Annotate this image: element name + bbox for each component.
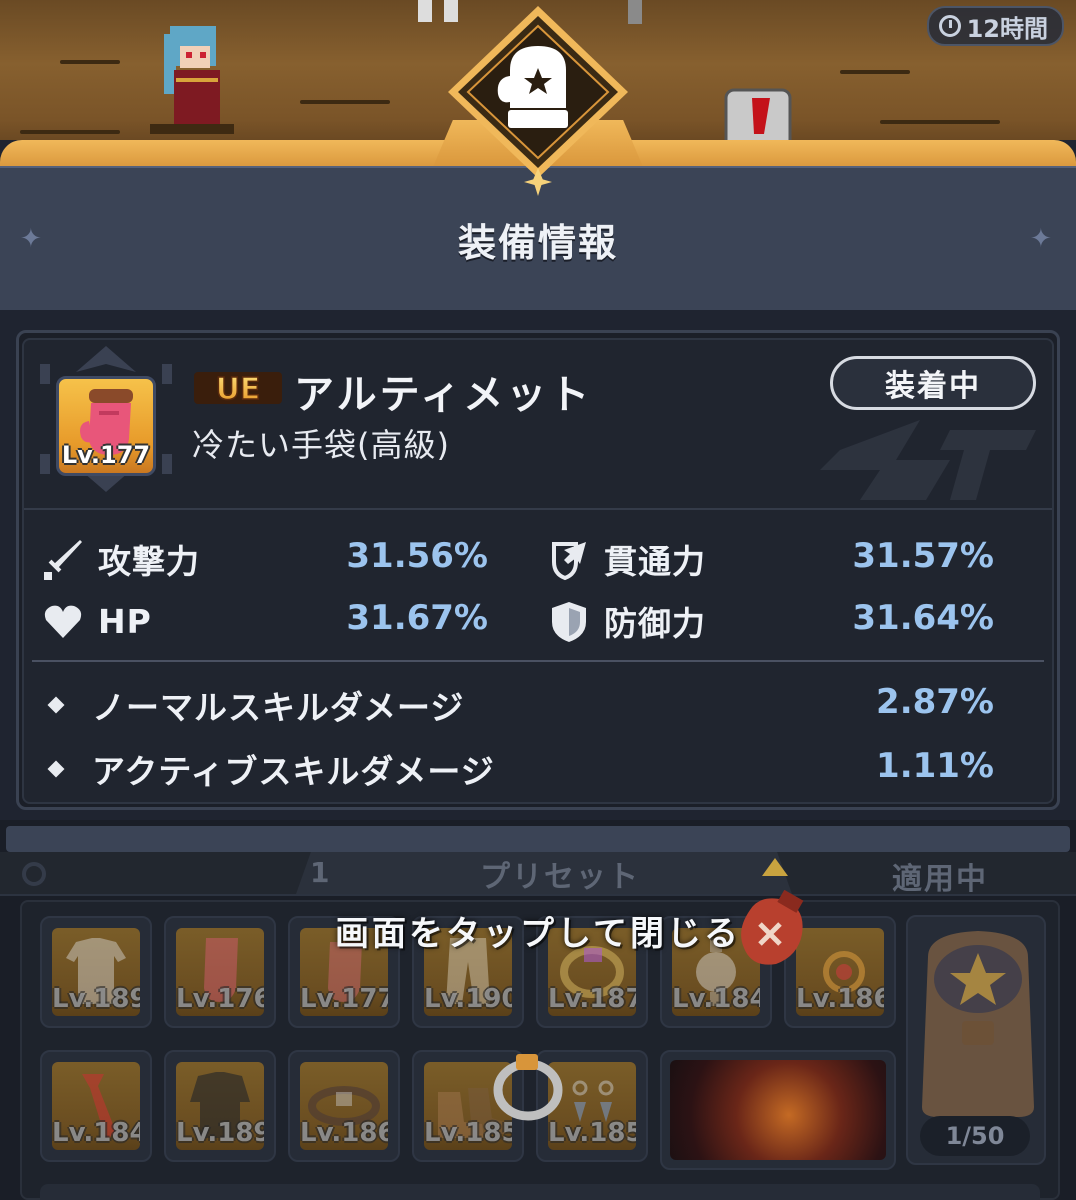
fire-skill-art: [670, 1060, 886, 1160]
stat-defense: 防御力: [546, 596, 706, 646]
shield-icon: [546, 598, 592, 644]
slot-level: Lv.176: [176, 984, 264, 1014]
divider: [32, 660, 1044, 662]
slot-level: Lv.186: [300, 1118, 388, 1148]
divider: [24, 508, 1052, 510]
slot-level: Lv.184: [672, 984, 760, 1014]
scene-grass: [60, 60, 120, 64]
skill-normal: ノーマルスキルダメージ: [47, 680, 465, 730]
pierce-shield-icon: [546, 536, 592, 582]
preset-dropdown-icon[interactable]: [762, 858, 788, 876]
applied-label[interactable]: 適用中: [892, 854, 988, 898]
stat-attack: 攻撃力: [40, 534, 200, 584]
rarity-badge-text: UE: [216, 372, 261, 407]
slot-level: Lv.187: [548, 984, 636, 1014]
equipment-slot[interactable]: Lv.184: [40, 1050, 152, 1162]
scene-grass: [300, 100, 390, 104]
slot-level: Lv.177: [300, 984, 388, 1014]
panel-footer-band: [6, 826, 1070, 852]
stat-label: 貫通力: [604, 542, 706, 581]
slot-level: Lv.186: [796, 984, 884, 1014]
stat-label: 防御力: [604, 604, 706, 643]
equipment-slot[interactable]: Lv.186: [288, 1050, 400, 1162]
skill-label: ノーマルスキルダメージ: [92, 688, 465, 727]
jacket-icon: Lv.189: [176, 1062, 264, 1150]
scene-grass: [840, 70, 910, 74]
scene-grass: [880, 120, 1000, 124]
clock-icon: [938, 15, 961, 37]
heart-icon: [40, 598, 86, 644]
item-icon-tile: Lv.177: [56, 376, 156, 476]
sword-icon: [40, 536, 86, 582]
stat-hp: HP: [40, 596, 152, 646]
stat-value: 31.56%: [346, 536, 488, 576]
scene-grass: [20, 130, 120, 134]
bottom-strip: [40, 1184, 1040, 1200]
preset-label: プリセット: [480, 860, 640, 895]
skill-card-slot[interactable]: [660, 1050, 896, 1170]
timer-badge: 12時間: [926, 6, 1064, 46]
brand-watermark: [820, 420, 1036, 500]
preset-number: 1: [310, 856, 330, 889]
slot-level: Lv.190: [424, 984, 512, 1014]
slot-level: Lv.189: [52, 984, 140, 1014]
stat-value: 31.57%: [852, 536, 994, 576]
skill-value: 1.11%: [876, 746, 994, 786]
slot-level: Lv.184: [52, 1118, 140, 1148]
ring-icon: [493, 1054, 563, 1121]
character-sprite: [150, 26, 234, 134]
bullet-icon: [47, 760, 65, 778]
tie-icon: Lv.184: [52, 1062, 140, 1150]
bullet-icon: [47, 696, 65, 714]
slot-level: Lv.189: [176, 1118, 264, 1148]
stat-label: HP: [98, 601, 152, 641]
glove-emblem-icon: [448, 6, 628, 196]
skill-active: アクティブスキルダメージ: [47, 744, 495, 794]
page-title: 装備情報: [457, 221, 618, 265]
skill-label: アクティブスキルダメージ: [92, 752, 495, 791]
gear-icon[interactable]: [22, 862, 46, 886]
belt-icon: Lv.186: [300, 1062, 388, 1150]
bag-count: 1/50: [920, 1116, 1030, 1156]
timer-label: 12時間: [966, 14, 1048, 43]
item-name: アルティメット: [294, 372, 593, 418]
tap-to-close-hint[interactable]: 画面をタップして閉じる: [0, 906, 1076, 955]
item-subname: 冷たい手袋(高級): [192, 426, 450, 464]
skill-value: 2.87%: [876, 682, 994, 722]
item-level-label: Lv.177: [61, 441, 151, 469]
equipped-button[interactable]: 装着中: [830, 356, 1036, 410]
rarity-badge: UE: [194, 371, 282, 408]
stat-penetration: 貫通力: [546, 534, 706, 584]
stat-value: 31.64%: [852, 598, 994, 638]
equipment-slot[interactable]: Lv.189: [164, 1050, 276, 1162]
stat-label: 攻撃力: [98, 542, 200, 581]
stat-value: 31.67%: [346, 598, 488, 638]
